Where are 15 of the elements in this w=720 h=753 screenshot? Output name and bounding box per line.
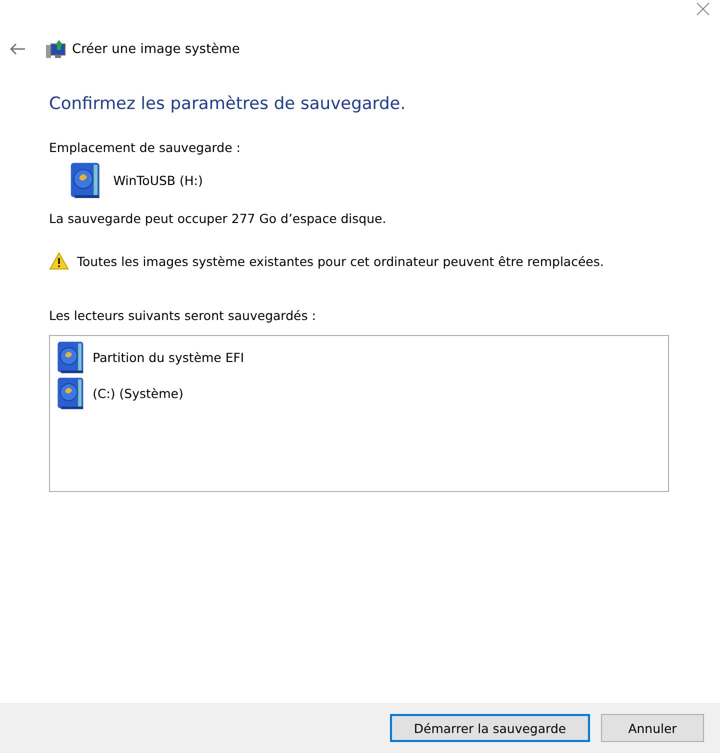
window-title: Créer une image système bbox=[72, 42, 240, 56]
close-button[interactable] bbox=[696, 2, 712, 18]
drive-list-item: Partition du système EFI bbox=[92, 350, 244, 364]
drives-label: Les lecteurs suivants seront sauvegardés : bbox=[49, 308, 317, 323]
start-backup-button[interactable]: Démarrer la sauvegarde bbox=[390, 714, 590, 742]
monitor-icon bbox=[46, 39, 66, 59]
warning-icon bbox=[49, 252, 69, 270]
drive-name: WinToUSB (H:) bbox=[113, 172, 203, 188]
back-button[interactable] bbox=[10, 43, 26, 55]
space-note: La sauvegarde peut occuper 277 Go d’espace disque. bbox=[49, 211, 388, 226]
location-label: Emplacement de sauvegarde : bbox=[49, 140, 242, 155]
drive-list-item: (C:) (Système) bbox=[92, 386, 184, 400]
warning-text: Toutes les images système existantes pour cet ordinateur peuvent être remplacées. bbox=[77, 254, 604, 268]
cancel-button[interactable]: Annuler bbox=[601, 714, 704, 742]
page-heading: Confirmez les paramètres de sauvegarde. bbox=[49, 94, 407, 114]
